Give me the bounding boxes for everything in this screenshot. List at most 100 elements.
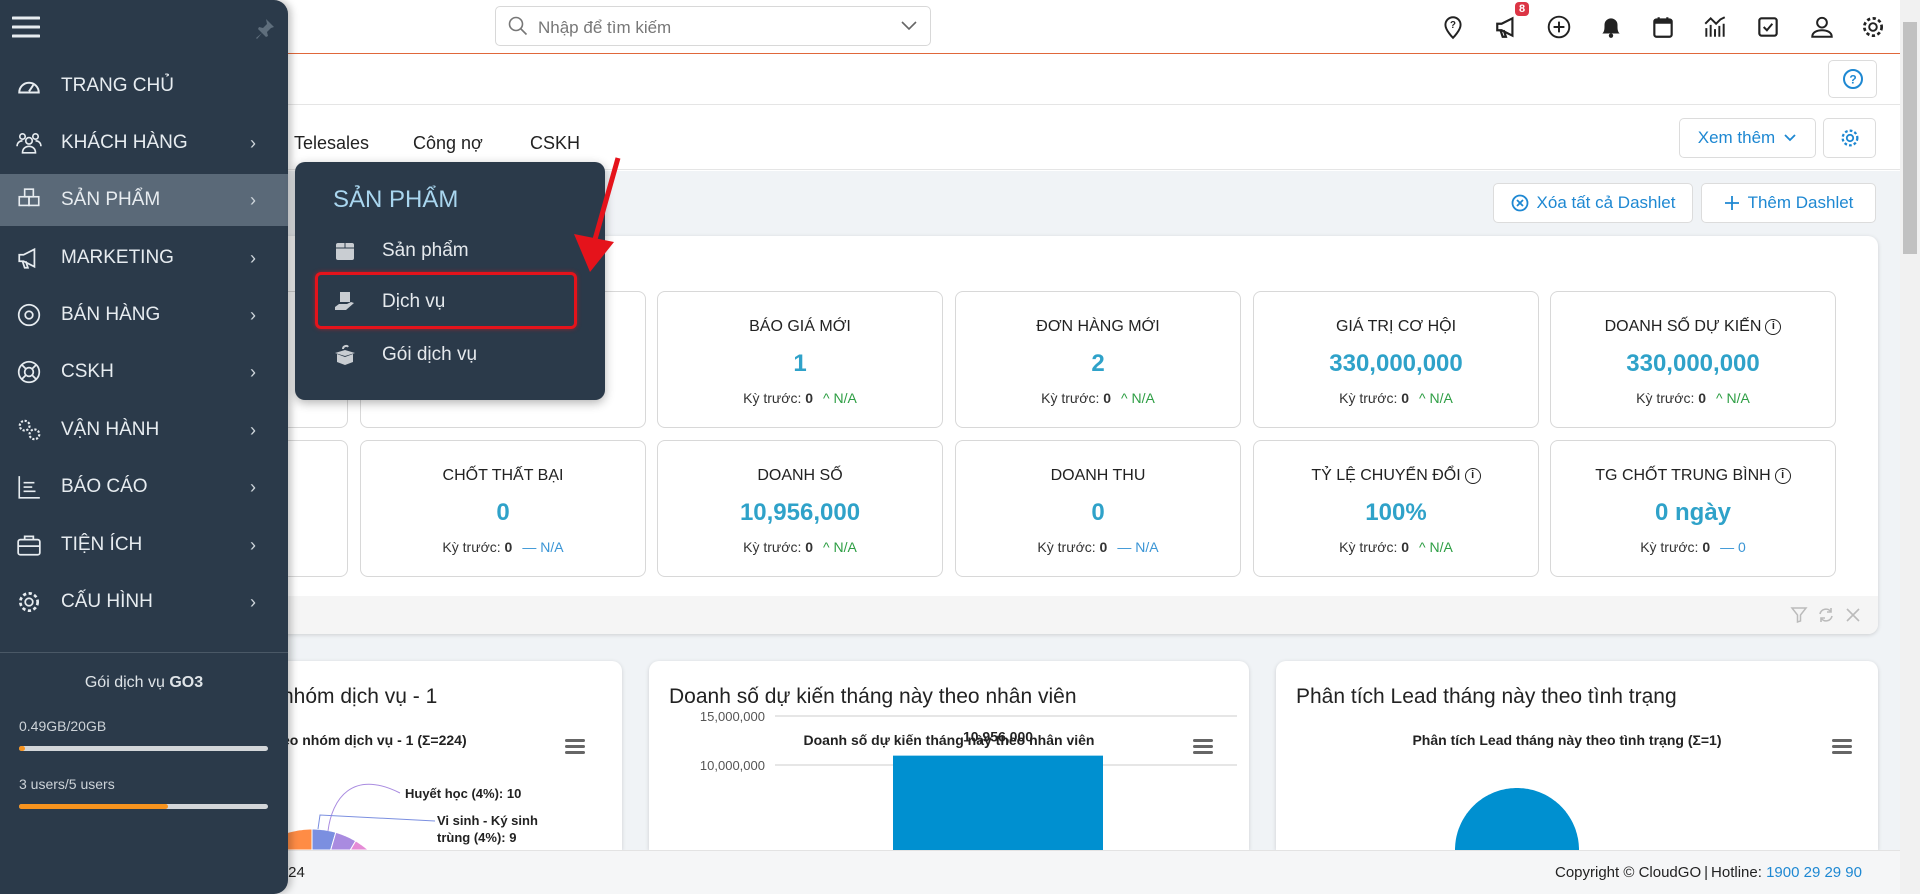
sidebar-item-label: CẤU HÌNH xyxy=(61,591,153,612)
chevron-right-icon: › xyxy=(250,476,256,497)
help-icon: ? xyxy=(1842,69,1863,89)
submenu-item-san-pham[interactable]: Sản phẩm xyxy=(333,239,469,263)
stat-card: DOANH SỐ 10,956,000 Kỳ trước: 0 ^ N/A xyxy=(657,440,943,577)
stat-value: 0 ngày xyxy=(1654,499,1732,526)
prev-label: Kỳ trước: xyxy=(1636,390,1695,406)
megaphone-icon[interactable] xyxy=(1494,14,1520,40)
stat-label-text: ĐƠN HÀNG MỚI xyxy=(1036,318,1160,335)
stat-change: N/A xyxy=(1429,539,1453,555)
gear-icon[interactable] xyxy=(1860,14,1886,40)
prev-value: 0 xyxy=(1103,390,1112,406)
chevron-right-icon: › xyxy=(250,534,256,555)
plan-name: GO3 xyxy=(169,674,204,691)
pie-slice xyxy=(1455,788,1579,850)
trend-flat-icon: — xyxy=(1117,539,1136,555)
stat-previous: Kỳ trước: 0 — N/A xyxy=(361,539,645,555)
sidebar-item-tien-ich[interactable]: TIỆN ÍCH › xyxy=(0,519,288,571)
search-input[interactable]: Nhập để tìm kiếm xyxy=(495,6,931,46)
sidebar-item-label: VẬN HÀNH xyxy=(61,419,160,440)
pin-icon[interactable] xyxy=(252,17,276,41)
stat-value: 0 xyxy=(1091,499,1105,526)
stat-label: TỶ LỆ CHUYỂN ĐỔI i xyxy=(1254,467,1538,487)
hamburger-menu-icon[interactable] xyxy=(12,15,40,39)
sidebar-item-van-hanh[interactable]: VẬN HÀNH › xyxy=(0,404,288,456)
copyright-text: Copyright © CloudGO xyxy=(1555,864,1702,881)
tab-settings-button[interactable] xyxy=(1823,118,1876,158)
prev-value: 0 xyxy=(504,539,513,555)
chevron-down-icon[interactable] xyxy=(900,20,918,32)
clear-all-dashlets-button[interactable]: Xóa tất cả Dashlet xyxy=(1493,183,1693,223)
help-button[interactable]: ? xyxy=(1828,60,1877,98)
package-open-icon xyxy=(335,344,355,365)
y-tick-label: 15,000,000 xyxy=(700,709,765,724)
submenu-item-label: Sản phẩm xyxy=(382,240,469,261)
page-scrollbar[interactable] xyxy=(1900,0,1920,894)
bar xyxy=(893,755,1103,850)
scrollbar-thumb[interactable] xyxy=(1903,22,1917,254)
stat-previous: Kỳ trước: 0 ^ N/A xyxy=(1254,390,1538,406)
chevron-right-icon: › xyxy=(250,419,256,440)
notification-badge: 8 xyxy=(1515,2,1530,16)
add-dashlet-button[interactable]: Thêm Dashlet xyxy=(1701,183,1876,223)
refresh-icon[interactable] xyxy=(1817,606,1835,624)
data-label: 10,956,000 xyxy=(963,729,1033,745)
sidebar-item-label: BÁN HÀNG xyxy=(61,304,161,325)
stat-label-text: BÁO GIÁ MỚI xyxy=(749,318,851,335)
clear-all-dashlets-label: Xóa tất cả Dashlet xyxy=(1536,193,1676,212)
checkbox-icon[interactable] xyxy=(1755,14,1781,40)
hotline-link[interactable]: 1900 29 29 90 xyxy=(1766,864,1862,881)
filter-icon[interactable] xyxy=(1790,606,1808,624)
stat-previous: Kỳ trước: 0 ^ N/A xyxy=(658,390,942,406)
prev-label: Kỳ trước: xyxy=(1640,539,1699,555)
stat-card: DOANH THU 0 Kỳ trước: 0— N/A xyxy=(955,440,1241,577)
info-icon[interactable]: i xyxy=(1464,468,1481,484)
stat-value: 330,000,000 xyxy=(1626,350,1760,377)
stat-label-text: TỶ LỆ CHUYỂN ĐỔI xyxy=(1311,467,1461,484)
stat-previous: Kỳ trước: 0 ^ N/A xyxy=(1551,390,1835,406)
sidebar-item-cskh[interactable]: CSKH › xyxy=(0,346,288,398)
info-icon[interactable]: i xyxy=(1774,468,1791,484)
report-icon xyxy=(18,476,40,499)
chart-icon[interactable] xyxy=(1702,14,1728,40)
search-icon xyxy=(508,16,528,36)
sidebar-item-trang-chu[interactable]: TRANG CHỦ xyxy=(0,60,288,112)
data-label: trùng (4%): 9 xyxy=(437,830,517,845)
plan-label: Gói dịch vụ xyxy=(84,674,165,691)
plan-info: Gói dịch vụ GO3 xyxy=(0,674,288,692)
highlight-box xyxy=(315,272,577,329)
sidebar-item-ban-hang[interactable]: BÁN HÀNG › xyxy=(0,289,288,341)
user-icon[interactable] xyxy=(1809,14,1835,40)
location-help-icon[interactable]: ? xyxy=(1440,14,1466,40)
sidebar-item-cau-hinh[interactable]: CẤU HÌNH › xyxy=(0,576,288,628)
tab-cong-no[interactable]: Công nợ xyxy=(413,133,483,154)
sidebar-item-label: MARKETING xyxy=(61,247,174,268)
sidebar-item-marketing[interactable]: MARKETING › xyxy=(0,232,288,284)
prev-label: Kỳ trước: xyxy=(743,390,802,406)
prev-label: Kỳ trước: xyxy=(743,539,802,555)
trend-flat-icon: — xyxy=(1720,539,1738,555)
stat-card: TỶ LỆ CHUYỂN ĐỔI i 100% Kỳ trước: 0 ^ N/A xyxy=(1253,440,1539,577)
prev-label: Kỳ trước: xyxy=(442,539,501,555)
svg-text:?: ? xyxy=(1849,73,1856,87)
submenu-item-goi-dich-vu[interactable]: Gói dịch vụ xyxy=(333,343,477,367)
chevron-right-icon: › xyxy=(250,361,256,382)
tab-telesales[interactable]: Telesales xyxy=(294,133,369,154)
info-icon[interactable]: i xyxy=(1765,319,1782,335)
sidebar-item-label: TRANG CHỦ xyxy=(61,75,174,96)
stat-card: GIÁ TRỊ CƠ HỘI 330,000,000 Kỳ trước: 0 ^ N/… xyxy=(1253,291,1539,428)
stat-card: BÁO GIÁ MỚI 1 Kỳ trước: 0 ^ N/A xyxy=(657,291,943,428)
sidebar-item-bao-cao[interactable]: BÁO CÁO › xyxy=(0,461,288,513)
bell-icon[interactable] xyxy=(1598,14,1624,40)
calendar-icon[interactable] xyxy=(1650,14,1676,40)
stat-value: 100% xyxy=(1365,499,1427,526)
stat-label: DOANH SỐ DỰ KIẾN i xyxy=(1551,318,1835,338)
storage-usage: 0.49GB/20GB xyxy=(19,718,107,734)
plus-circle-icon[interactable] xyxy=(1546,14,1572,40)
users-icon xyxy=(16,132,42,154)
close-icon[interactable] xyxy=(1845,607,1861,623)
sidebar-item-khach-hang[interactable]: KHÁCH HÀNG › xyxy=(0,117,288,169)
prev-label: Kỳ trước: xyxy=(1339,539,1398,555)
view-more-button[interactable]: Xem thêm xyxy=(1679,118,1816,158)
stat-value: 2 xyxy=(1091,350,1105,377)
sidebar-item-san-pham[interactable]: SẢN PHẨM › xyxy=(0,174,288,226)
